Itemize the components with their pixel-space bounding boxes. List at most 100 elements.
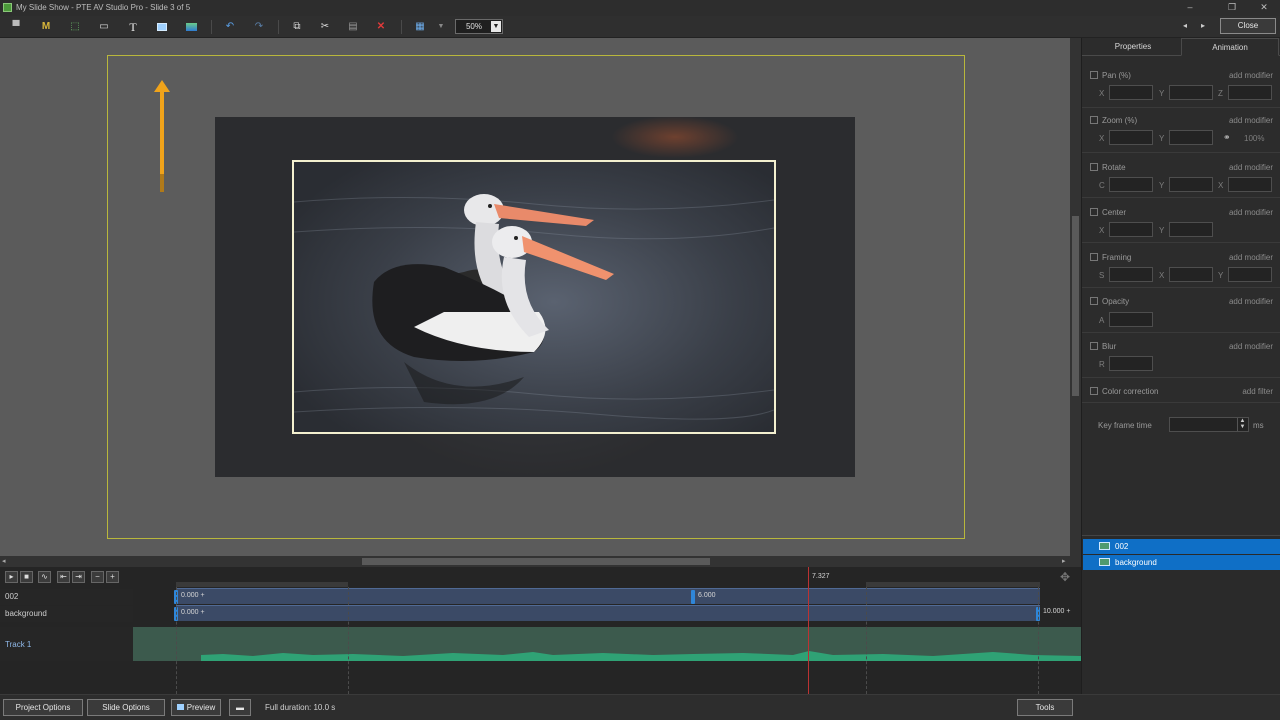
tab-properties[interactable]: Properties [1084, 38, 1182, 56]
spinner-icon[interactable]: ▲ ▼ [1237, 418, 1247, 431]
pan-y-field[interactable] [1169, 85, 1213, 100]
playhead-line[interactable] [808, 567, 809, 694]
move-right-icon[interactable]: ⇥ [72, 571, 85, 583]
minimize-icon[interactable]: – [1178, 1, 1202, 14]
scroll-left-icon[interactable]: ◂ [2, 557, 6, 565]
center-x-label: X [1099, 226, 1105, 235]
next-slide-icon[interactable]: ▸ [1201, 21, 1205, 30]
delete-icon[interactable]: ✕ [372, 19, 390, 35]
pan-add-modifier[interactable]: add modifier [1229, 71, 1273, 80]
project-options-button[interactable]: Project Options [3, 699, 83, 716]
center-add-modifier[interactable]: add modifier [1229, 208, 1273, 217]
slide-options-button[interactable]: Slide Options [87, 699, 165, 716]
move-icon[interactable]: ✥ [1060, 570, 1070, 584]
zoom-in-icon[interactable]: + [106, 571, 119, 583]
framing-y-field[interactable] [1228, 267, 1272, 282]
cut-icon[interactable]: ✂ [316, 19, 334, 35]
framing-s-field[interactable] [1109, 267, 1153, 282]
frame-icon[interactable]: ⬚ [66, 19, 84, 35]
zoom-out-icon[interactable]: − [91, 571, 104, 583]
vertical-scrollbar[interactable] [1070, 38, 1081, 556]
track-bar-background[interactable]: 0.000 + [174, 605, 1040, 621]
chevron-down-icon[interactable]: ▼ [491, 21, 501, 32]
blur-add-modifier[interactable]: add modifier [1229, 342, 1273, 351]
zoom-100-button[interactable]: 100% [1244, 134, 1264, 143]
link-icon[interactable]: ⚭ [1223, 132, 1231, 143]
close-button[interactable]: Close [1220, 18, 1276, 34]
zoom-label: Zoom (%) [1102, 116, 1138, 125]
blur-checkbox[interactable] [1090, 342, 1098, 350]
layer-item-002[interactable]: 002 [1083, 539, 1280, 554]
grid-dropdown-icon[interactable]: ▼ [432, 19, 450, 35]
grid-line [176, 587, 177, 694]
tools-button[interactable]: Tools [1017, 699, 1073, 716]
projector-icon[interactable]: ▀ [7, 19, 25, 35]
scrollbar-thumb[interactable] [362, 558, 710, 565]
time-ruler[interactable]: 7.327 [176, 567, 1081, 587]
waveform-icon[interactable]: ∿ [38, 571, 51, 583]
full-duration: Full duration: 10.0 s [265, 703, 336, 712]
preview-button[interactable]: Preview [171, 699, 221, 716]
zoom-checkbox[interactable] [1090, 116, 1098, 124]
pan-checkbox[interactable] [1090, 71, 1098, 79]
export-icon[interactable]: ▬ [229, 699, 251, 716]
prev-slide-icon[interactable]: ◂ [1183, 21, 1187, 30]
framing-checkbox[interactable] [1090, 253, 1098, 261]
framing-x-field[interactable] [1169, 267, 1213, 282]
framing-x-label: X [1159, 271, 1165, 280]
framing-add-modifier[interactable]: add modifier [1229, 253, 1273, 262]
center-x-field[interactable] [1109, 222, 1153, 237]
track-bar-002[interactable]: 0.000 + 6.000 [174, 588, 1040, 604]
opacity-a-field[interactable] [1109, 312, 1153, 327]
text-m-icon[interactable]: M [37, 19, 55, 35]
pan-z-field[interactable] [1228, 85, 1272, 100]
slide-canvas[interactable] [0, 38, 1070, 556]
annotation-arrow [154, 80, 170, 192]
blur-section: Blur add modifier R [1082, 334, 1280, 378]
tab-animation[interactable]: Animation [1181, 38, 1279, 56]
blur-r-field[interactable] [1109, 356, 1153, 371]
paste-icon[interactable]: ▤ [344, 19, 362, 35]
rotate-checkbox[interactable] [1090, 163, 1098, 171]
redo-icon[interactable]: ↷ [250, 19, 268, 35]
zoom-add-modifier[interactable]: add modifier [1229, 116, 1273, 125]
layer-item-background[interactable]: background [1083, 555, 1280, 570]
rotate-x-field[interactable] [1228, 177, 1272, 192]
keyframe-time-field[interactable]: ▲ ▼ [1169, 417, 1249, 432]
stop-icon[interactable]: ■ [20, 571, 33, 583]
pan-z-label: Z [1218, 89, 1223, 98]
play-icon[interactable]: ▸ [5, 571, 18, 583]
keyframe-handle[interactable] [691, 590, 695, 604]
undo-icon[interactable]: ↶ [221, 19, 239, 35]
zoom-select[interactable]: 50% ▼ [455, 19, 503, 34]
close-window-icon[interactable]: ✕ [1252, 1, 1276, 14]
rotate-c-field[interactable] [1109, 177, 1153, 192]
scroll-right-icon[interactable]: ▸ [1062, 557, 1066, 565]
audio-track-name: Track 1 [0, 627, 133, 661]
mask-icon[interactable] [182, 19, 200, 35]
zoom-y-field[interactable] [1169, 130, 1213, 145]
horizontal-scrollbar[interactable]: ◂ ▸ [0, 556, 1081, 567]
restore-icon[interactable]: ❐ [1220, 1, 1244, 14]
color-correction-checkbox[interactable] [1090, 387, 1098, 395]
text-icon[interactable]: T [124, 19, 142, 35]
timeline[interactable]: ▸ ■ ∿ ⇤ ⇥ − + 7.327 ✥ 002 0.000 + 6.000 … [0, 567, 1081, 694]
move-left-icon[interactable]: ⇤ [57, 571, 70, 583]
grid-icon[interactable]: ▦ [411, 19, 429, 35]
opacity-checkbox[interactable] [1090, 297, 1098, 305]
pelican-photo[interactable] [292, 160, 776, 434]
image-icon[interactable]: ▭ [95, 19, 113, 35]
rectangle-icon[interactable] [153, 19, 171, 35]
audio-track[interactable] [133, 627, 1081, 661]
center-y-field[interactable] [1169, 222, 1213, 237]
zoom-x-field[interactable] [1109, 130, 1153, 145]
center-checkbox[interactable] [1090, 208, 1098, 216]
copy-icon[interactable]: ⧉ [288, 19, 306, 35]
rotate-y-field[interactable] [1169, 177, 1213, 192]
pan-x-field[interactable] [1109, 85, 1153, 100]
add-filter-link[interactable]: add filter [1242, 387, 1273, 396]
track-start-label: 0.000 + [181, 592, 205, 599]
rotate-add-modifier[interactable]: add modifier [1229, 163, 1273, 172]
opacity-add-modifier[interactable]: add modifier [1229, 297, 1273, 306]
panel-tabs: Properties Animation [1082, 38, 1280, 56]
